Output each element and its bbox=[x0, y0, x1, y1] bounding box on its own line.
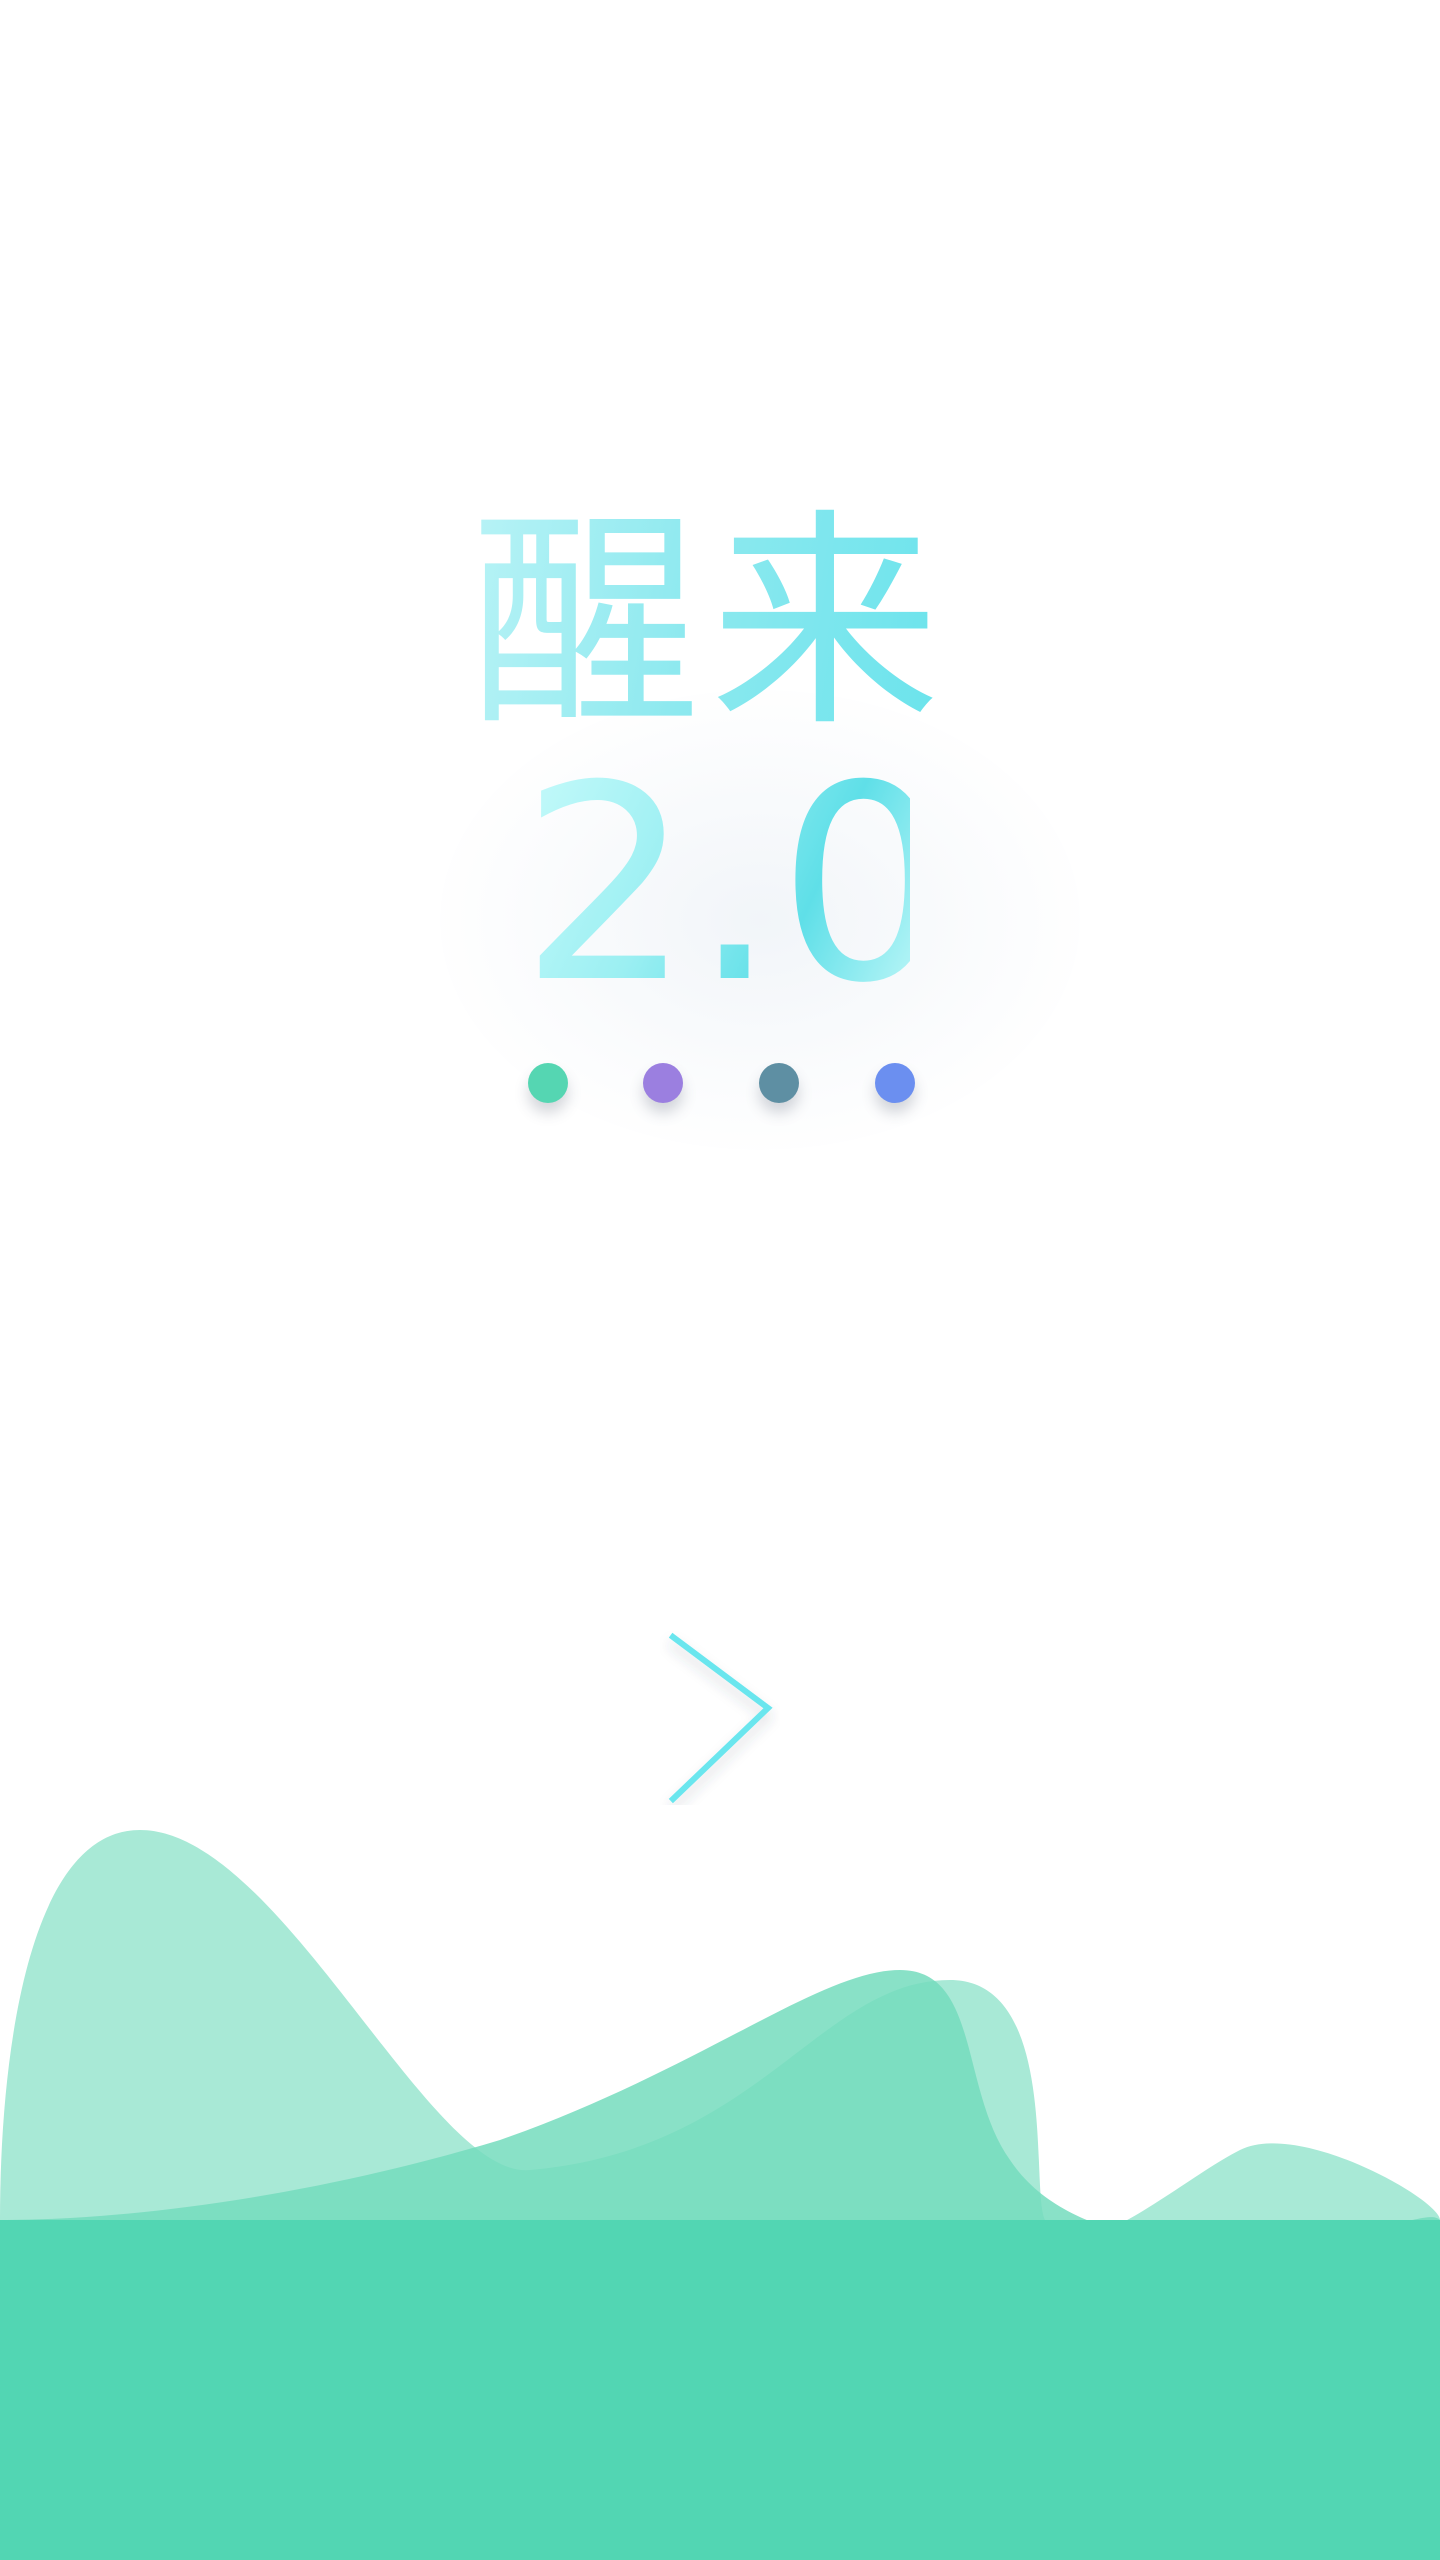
next-button[interactable] bbox=[660, 1625, 780, 1805]
app-title: 醒来 bbox=[470, 491, 951, 758]
page-indicator-3[interactable] bbox=[759, 1063, 799, 1103]
chevron-right-icon bbox=[668, 1632, 773, 1804]
page-indicator-1[interactable] bbox=[528, 1063, 568, 1103]
wave-solid bbox=[0, 2220, 1440, 2560]
wave-decoration bbox=[0, 1830, 1440, 2560]
page-indicator-4[interactable] bbox=[875, 1063, 915, 1103]
splash-screen: 醒来 2.0 bbox=[0, 0, 1440, 2560]
page-indicator-2[interactable] bbox=[643, 1063, 683, 1103]
app-version: 2.0 bbox=[520, 727, 950, 1042]
